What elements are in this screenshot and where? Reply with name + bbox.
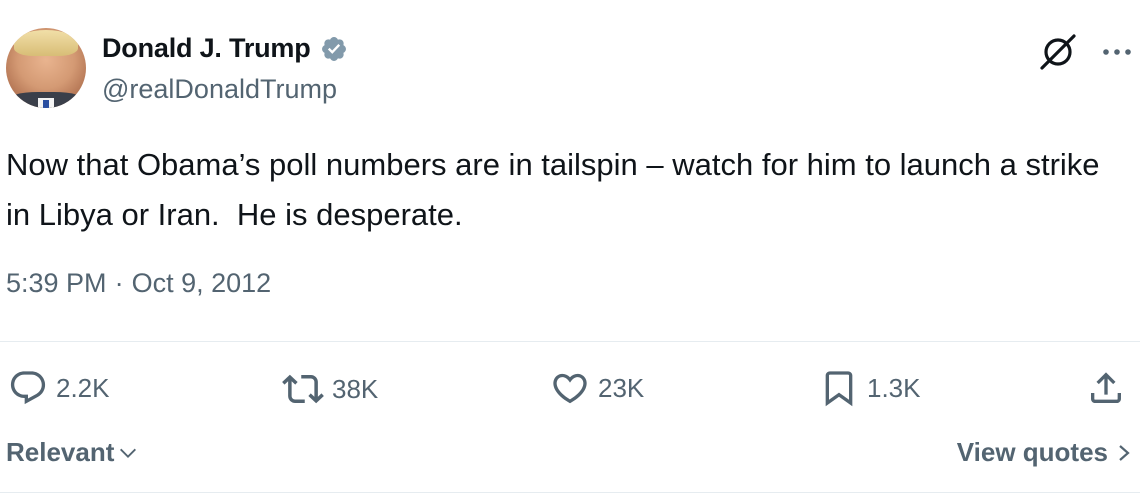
repost-count: 38K: [332, 373, 379, 404]
chevron-right-icon: [1119, 444, 1130, 461]
avatar-hair: [14, 30, 78, 56]
verified-badge-icon[interactable]: [320, 35, 348, 63]
more-options-icon[interactable]: [1102, 47, 1132, 57]
reply-icon: [10, 371, 46, 405]
sort-label: Relevant: [6, 437, 115, 467]
view-quotes-link[interactable]: View quotes: [957, 437, 1132, 468]
tweet-action-bar: 2.2K 38K 23K 1.3K: [0, 368, 1140, 412]
avatar-tie: [43, 100, 49, 108]
divider-bottom: [0, 492, 1140, 493]
avatar[interactable]: [6, 28, 86, 108]
share-button[interactable]: [1086, 368, 1126, 408]
like-button[interactable]: 23K: [550, 368, 644, 408]
grok-icon[interactable]: [1036, 30, 1080, 74]
sort-replies-dropdown[interactable]: Relevant: [6, 437, 139, 468]
chevron-down-icon: [120, 448, 137, 458]
tweet-date[interactable]: Oct 9, 2012: [132, 268, 272, 299]
reply-count: 2.2K: [56, 372, 110, 403]
repost-button[interactable]: 38K: [282, 368, 378, 410]
like-icon: [553, 373, 587, 404]
author-handle[interactable]: @realDonaldTrump: [102, 74, 337, 105]
timestamp-separator: ·: [114, 268, 124, 298]
reply-button[interactable]: 2.2K: [8, 368, 110, 408]
author-name-row: Donald J. Trump: [102, 33, 348, 64]
share-icon: [1091, 372, 1121, 403]
view-quotes-label: View quotes: [956, 437, 1108, 467]
tweet-timestamp[interactable]: 5:39 PM · Oct 9, 2012: [6, 268, 271, 299]
divider-top: [0, 341, 1140, 342]
repost-icon: [282, 374, 324, 404]
bookmark-icon: [825, 371, 853, 407]
bookmark-count: 1.3K: [867, 372, 921, 403]
tweet-text: Now that Obama’s poll numbers are in tai…: [6, 147, 1109, 232]
like-count: 23K: [598, 372, 645, 403]
tweet-top-actions: [1036, 30, 1132, 74]
bookmark-button[interactable]: 1.3K: [819, 368, 921, 408]
tweet-time[interactable]: 5:39 PM: [6, 268, 107, 299]
author-display-name[interactable]: Donald J. Trump: [102, 33, 311, 64]
